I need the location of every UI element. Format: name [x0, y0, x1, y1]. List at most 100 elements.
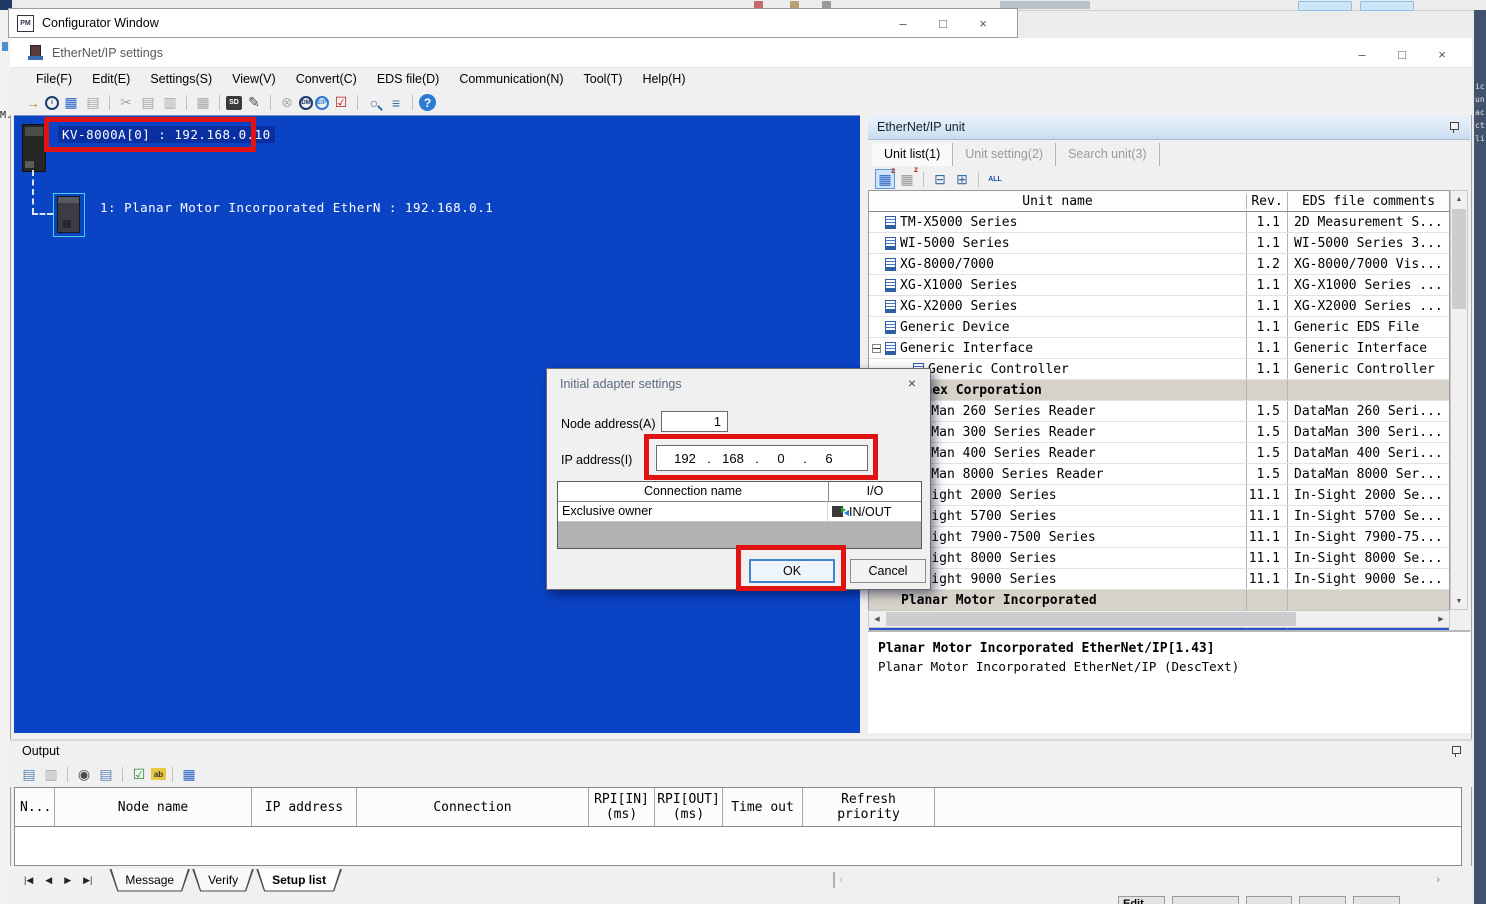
menu-item[interactable]: EDS file(D): [367, 70, 450, 88]
expand-tree-icon[interactable]: ⊞: [952, 169, 972, 189]
unit-row[interactable]: XG-X2000 Series 1.1 XG-X2000 Series ...: [869, 296, 1449, 317]
eip-refresh-icon[interactable]: EIP: [315, 96, 329, 110]
scroll-up-icon[interactable]: ▲: [1451, 191, 1467, 207]
show-all-icon[interactable]: ALL: [985, 169, 1005, 189]
grid-view-icon[interactable]: ▦: [179, 764, 199, 784]
tab-scroll-right-icon[interactable]: ›: [1432, 874, 1444, 886]
unit-tree-icon[interactable]: ▦: [193, 93, 213, 113]
unit-row[interactable]: Generic Controller 1.1 Generic Controlle…: [869, 359, 1449, 380]
unit-row[interactable]: In-Sight 5700 Series 11.1 In-Sight 5700 …: [869, 506, 1449, 527]
unit-row[interactable]: DataMan 400 Series Reader 1.5 DataMan 40…: [869, 443, 1449, 464]
close-button[interactable]: ×: [1422, 40, 1462, 68]
check-write-icon[interactable]: ☑: [129, 764, 149, 784]
adapter-device-icon[interactable]: [57, 196, 80, 233]
verify-list-icon[interactable]: ☑: [331, 93, 351, 113]
pin-icon[interactable]: [1449, 121, 1460, 133]
menu-item[interactable]: File(F): [26, 70, 82, 88]
list-config-icon[interactable]: ≡: [386, 93, 406, 113]
sort-unit-list-icon[interactable]: ▦: [875, 169, 895, 189]
output-column-header[interactable]: [935, 788, 1461, 826]
cut-icon[interactable]: ✂: [116, 93, 136, 113]
link-off-icon[interactable]: ⊗: [277, 93, 297, 113]
copy-output-icon[interactable]: ▤: [19, 764, 39, 784]
menu-item[interactable]: Edit(E): [82, 70, 140, 88]
column-eds-comments[interactable]: EDS file comments: [1288, 192, 1449, 211]
last-record-icon[interactable]: ▶|: [77, 875, 98, 886]
unit-row[interactable]: DataMan 8000 Series Reader 1.5 DataMan 8…: [869, 464, 1449, 485]
unit-table-vertical-scrollbar[interactable]: ▲ ▼: [1450, 190, 1468, 610]
unit-panel-tab[interactable]: Search unit(3): [1056, 143, 1160, 166]
dm-read-write-icon[interactable]: DM: [299, 96, 313, 110]
unit-row[interactable]: In-Sight 7900-7500 Series 11.1 In-Sight …: [869, 527, 1449, 548]
unit-row[interactable]: Planar Motor Incorporated: [869, 590, 1449, 611]
import-exit-icon[interactable]: →: [23, 93, 43, 113]
menu-item[interactable]: Tool(T): [574, 70, 633, 88]
unit-row[interactable]: Generic Device 1.1 Generic EDS File: [869, 317, 1449, 338]
unit-row[interactable]: XG-X1000 Series 1.1 XG-X1000 Series ...: [869, 275, 1449, 296]
scrollbar-thumb[interactable]: [886, 612, 1296, 626]
unit-row[interactable]: DataMan 260 Series Reader 1.5 DataMan 26…: [869, 401, 1449, 422]
output-tab[interactable]: Setup list: [256, 869, 342, 892]
paste-output-icon[interactable]: ▥: [41, 764, 61, 784]
connection-row[interactable]: Exclusive owner IN/OUT: [558, 502, 921, 522]
output-tab[interactable]: Verify: [192, 869, 254, 892]
partial-button[interactable]: [1172, 896, 1239, 904]
collapse-tree-icon[interactable]: ⊟: [930, 169, 950, 189]
output-column-header[interactable]: Connection: [357, 788, 589, 826]
cfg-close-button[interactable]: ×: [963, 9, 1003, 37]
unit-table-horizontal-scrollbar[interactable]: ◀ ▶: [868, 610, 1450, 628]
tab-scroll-left-icon[interactable]: ‹: [835, 874, 847, 886]
menu-item[interactable]: Convert(C): [286, 70, 367, 88]
output-column-header[interactable]: N...: [15, 788, 55, 826]
find-icon[interactable]: ◉: [74, 764, 94, 784]
unit-info-icon[interactable]: i: [45, 96, 59, 110]
unit-panel-tab[interactable]: Unit list(1): [872, 143, 953, 166]
unit-row[interactable]: In-Sight 8000 Series 11.1 In-Sight 8000 …: [869, 548, 1449, 569]
output-column-header[interactable]: IP address: [252, 788, 357, 826]
export-table-icon[interactable]: ▤: [96, 764, 116, 784]
output-tab[interactable]: Message: [109, 869, 190, 892]
menu-item[interactable]: Help(H): [632, 70, 695, 88]
plc-device-icon[interactable]: [22, 124, 46, 172]
prev-record-icon[interactable]: ◀: [39, 875, 58, 886]
scroll-down-icon[interactable]: ▼: [1451, 593, 1467, 609]
output-column-header[interactable]: Time out: [723, 788, 803, 826]
minimize-button[interactable]: –: [1342, 40, 1382, 68]
paste-icon[interactable]: ▥: [160, 93, 180, 113]
output-column-header[interactable]: Refreshpriority: [803, 788, 935, 826]
rename-icon[interactable]: ab: [151, 768, 166, 780]
scrollbar-thumb[interactable]: [1452, 209, 1466, 309]
output-column-header[interactable]: RPI[OUT](ms): [655, 788, 723, 826]
menu-item[interactable]: Communication(N): [449, 70, 573, 88]
output-column-header[interactable]: Node name: [55, 788, 252, 826]
next-record-icon[interactable]: ▶: [58, 875, 77, 886]
unit-row[interactable]: TM-X5000 Series 1.1 2D Measurement S...: [869, 212, 1449, 233]
unit-setup-icon[interactable]: ▦: [61, 93, 81, 113]
eraser-icon[interactable]: ✎: [244, 93, 264, 113]
column-rev[interactable]: Rev.: [1247, 192, 1288, 211]
first-record-icon[interactable]: |◀: [18, 875, 39, 886]
dialog-close-icon[interactable]: ×: [898, 371, 926, 395]
help-icon[interactable]: ?: [419, 94, 436, 111]
menu-item[interactable]: View(V): [222, 70, 286, 88]
scroll-right-icon[interactable]: ▶: [1433, 611, 1449, 627]
node-address-field[interactable]: 1: [661, 411, 728, 432]
unit-row[interactable]: WI-5000 Series 1.1 WI-5000 Series 3...: [869, 233, 1449, 254]
partial-button[interactable]: [1299, 896, 1346, 904]
menu-item[interactable]: Settings(S): [140, 70, 222, 88]
partial-button[interactable]: [1353, 896, 1400, 904]
cfg-maximize-button[interactable]: □: [923, 9, 963, 37]
copy-icon[interactable]: ▤: [138, 93, 158, 113]
unit-row[interactable]: Generic Interface 1.1 Generic Interface: [869, 338, 1449, 359]
unit-row[interactable]: XG-8000/7000 1.2 XG-8000/7000 Vis...: [869, 254, 1449, 275]
copy-settings-icon[interactable]: ▤: [83, 93, 103, 113]
scroll-left-icon[interactable]: ◀: [869, 611, 885, 627]
cancel-button[interactable]: Cancel: [850, 559, 926, 583]
sort-disabled-icon[interactable]: ▦: [897, 169, 917, 189]
pin-icon[interactable]: [1451, 745, 1462, 757]
search-unit-icon[interactable]: ○: [364, 93, 384, 113]
sd-card-icon[interactable]: SD: [226, 96, 242, 110]
unit-row[interactable]: Cognex Corporation: [869, 380, 1449, 401]
tree-node-adapter[interactable]: 1: Planar Motor Incorporated EtherN : 19…: [100, 200, 493, 215]
unit-row[interactable]: In-Sight 9000 Series 11.1 In-Sight 9000 …: [869, 569, 1449, 590]
